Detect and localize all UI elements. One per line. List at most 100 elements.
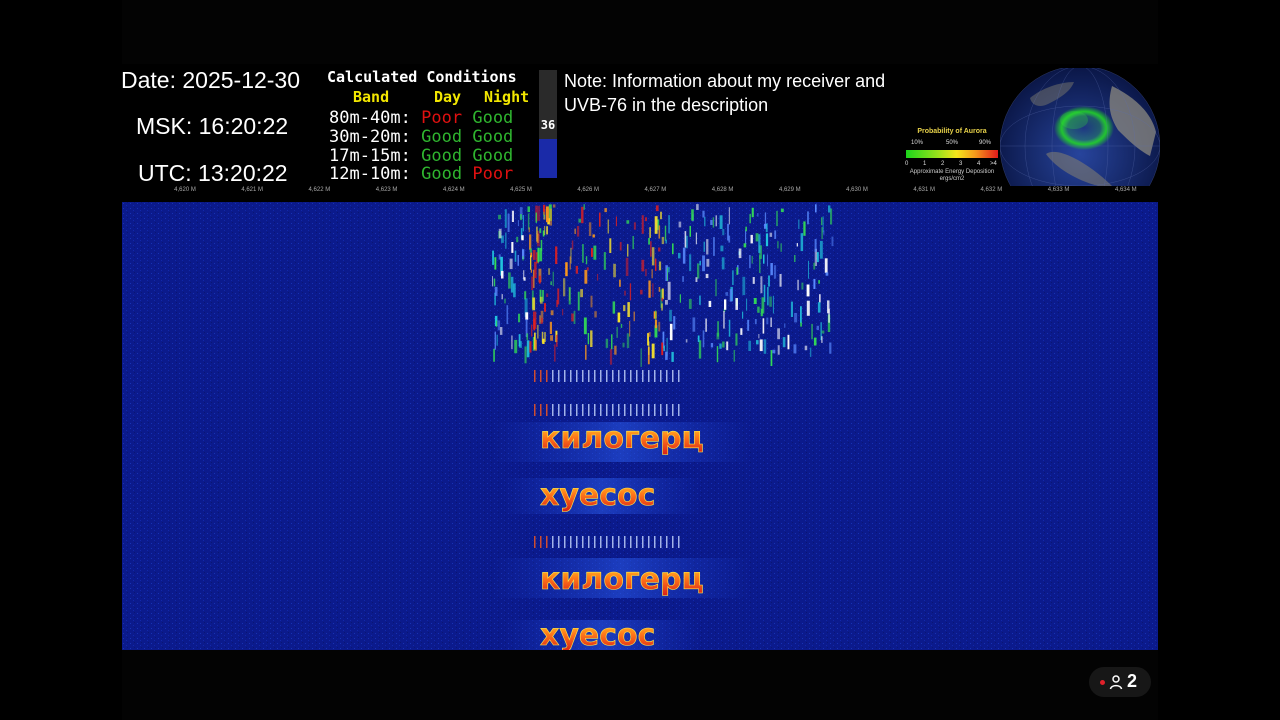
signal-burst	[692, 317, 696, 332]
signal-burst	[708, 300, 712, 307]
signal-burst	[648, 341, 650, 355]
signal-burst	[658, 225, 661, 239]
signal-burst	[817, 302, 821, 313]
signal-tick	[594, 370, 596, 382]
signal-burst	[585, 344, 587, 360]
signal-burst	[609, 348, 613, 365]
signal-tick	[582, 370, 584, 382]
signal-burst	[667, 267, 669, 281]
signal-burst	[627, 244, 629, 257]
solar-index-value: 36	[540, 118, 556, 132]
signal-tick	[654, 404, 656, 416]
signal-burst	[620, 323, 623, 328]
signal-burst	[746, 298, 748, 311]
signal-burst	[800, 306, 802, 324]
signal-burst	[715, 279, 717, 297]
signal-burst	[587, 333, 590, 345]
signal-burst	[585, 256, 588, 265]
signal-burst	[518, 313, 521, 323]
frequency-tick-label: 4,626 M	[577, 187, 600, 193]
signal-tick	[642, 404, 644, 416]
signal-burst	[697, 335, 700, 342]
signal-burst	[533, 318, 536, 331]
signal-burst	[541, 317, 543, 324]
aurora-tick: 2	[941, 161, 945, 167]
signal-burst	[774, 230, 777, 239]
band-label: 17m-15m:	[329, 146, 411, 166]
frequency-tick-label: 4,631 M	[913, 187, 936, 193]
signal-tick	[558, 404, 560, 416]
signal-burst	[552, 204, 556, 208]
signal-burst	[540, 240, 543, 252]
signal-burst	[658, 321, 661, 332]
signal-burst	[736, 267, 739, 275]
frequency-tick-label: 4,622 M	[308, 187, 331, 193]
signal-burst	[586, 267, 589, 271]
signal-tick	[612, 370, 614, 382]
signal-burst	[735, 333, 738, 346]
signal-burst	[536, 233, 539, 243]
signal-burst	[745, 226, 747, 232]
signal-burst	[651, 269, 653, 279]
signal-burst	[527, 206, 530, 213]
signal-tick	[606, 536, 608, 548]
signal-burst	[645, 269, 647, 277]
signal-burst	[651, 343, 655, 359]
signal-burst	[814, 239, 817, 252]
signal-tick	[564, 536, 566, 548]
signal-tick	[648, 536, 650, 548]
signal-burst	[712, 217, 715, 228]
signal-burst	[603, 252, 606, 270]
frequency-tick-label: 4,628 M	[711, 187, 734, 193]
signal-burst	[828, 308, 830, 323]
signal-burst	[699, 260, 701, 266]
signal-burst	[749, 255, 751, 269]
signal-tick	[552, 536, 554, 548]
signal-burst	[665, 239, 667, 244]
signal-burst	[742, 311, 744, 319]
frequency-tick-label: 4,629 M	[778, 187, 801, 193]
signal-tick	[636, 370, 638, 382]
signal-burst	[747, 319, 750, 331]
signal-burst	[661, 297, 663, 302]
waterfall-word: килогерц	[540, 421, 704, 456]
signal-burst	[813, 278, 816, 289]
signal-burst	[790, 301, 793, 317]
signal-burst	[782, 337, 786, 348]
signal-burst	[671, 351, 674, 362]
aurora-caption: Approximate Energy Deposition ergs/cm2	[902, 169, 1002, 183]
signal-burst	[498, 228, 502, 239]
signal-burst	[507, 213, 510, 232]
signal-burst	[766, 317, 769, 325]
signal-burst	[514, 250, 517, 262]
signal-burst	[544, 303, 546, 312]
signal-burst	[496, 334, 498, 346]
signal-burst	[716, 346, 719, 363]
signal-tick	[552, 404, 554, 416]
day-status: Good	[421, 127, 463, 147]
signal-burst	[722, 229, 725, 236]
signal-tick	[534, 404, 536, 416]
aurora-percent: 10%	[911, 140, 924, 146]
signal-tick	[576, 370, 578, 382]
waterfall-word: хуесос	[540, 618, 655, 650]
signal-burst	[633, 222, 636, 230]
signal-burst	[757, 306, 760, 313]
day-status: Good	[421, 146, 463, 166]
band-label: 80m-40m:	[329, 108, 411, 128]
signal-tick	[648, 404, 650, 416]
frequency-tick-label: 4,624 M	[442, 187, 465, 193]
signal-burst	[726, 341, 729, 351]
signal-tick	[654, 536, 656, 548]
signal-burst	[550, 281, 552, 285]
signal-burst	[493, 278, 496, 287]
signal-tick	[594, 404, 596, 416]
signal-tick	[672, 536, 674, 548]
signal-burst	[645, 217, 647, 222]
signal-burst	[658, 261, 662, 271]
signal-burst	[724, 299, 727, 310]
signal-burst	[627, 302, 630, 317]
signal-burst	[658, 247, 661, 252]
signal-burst	[824, 258, 828, 273]
signal-burst	[494, 257, 497, 270]
